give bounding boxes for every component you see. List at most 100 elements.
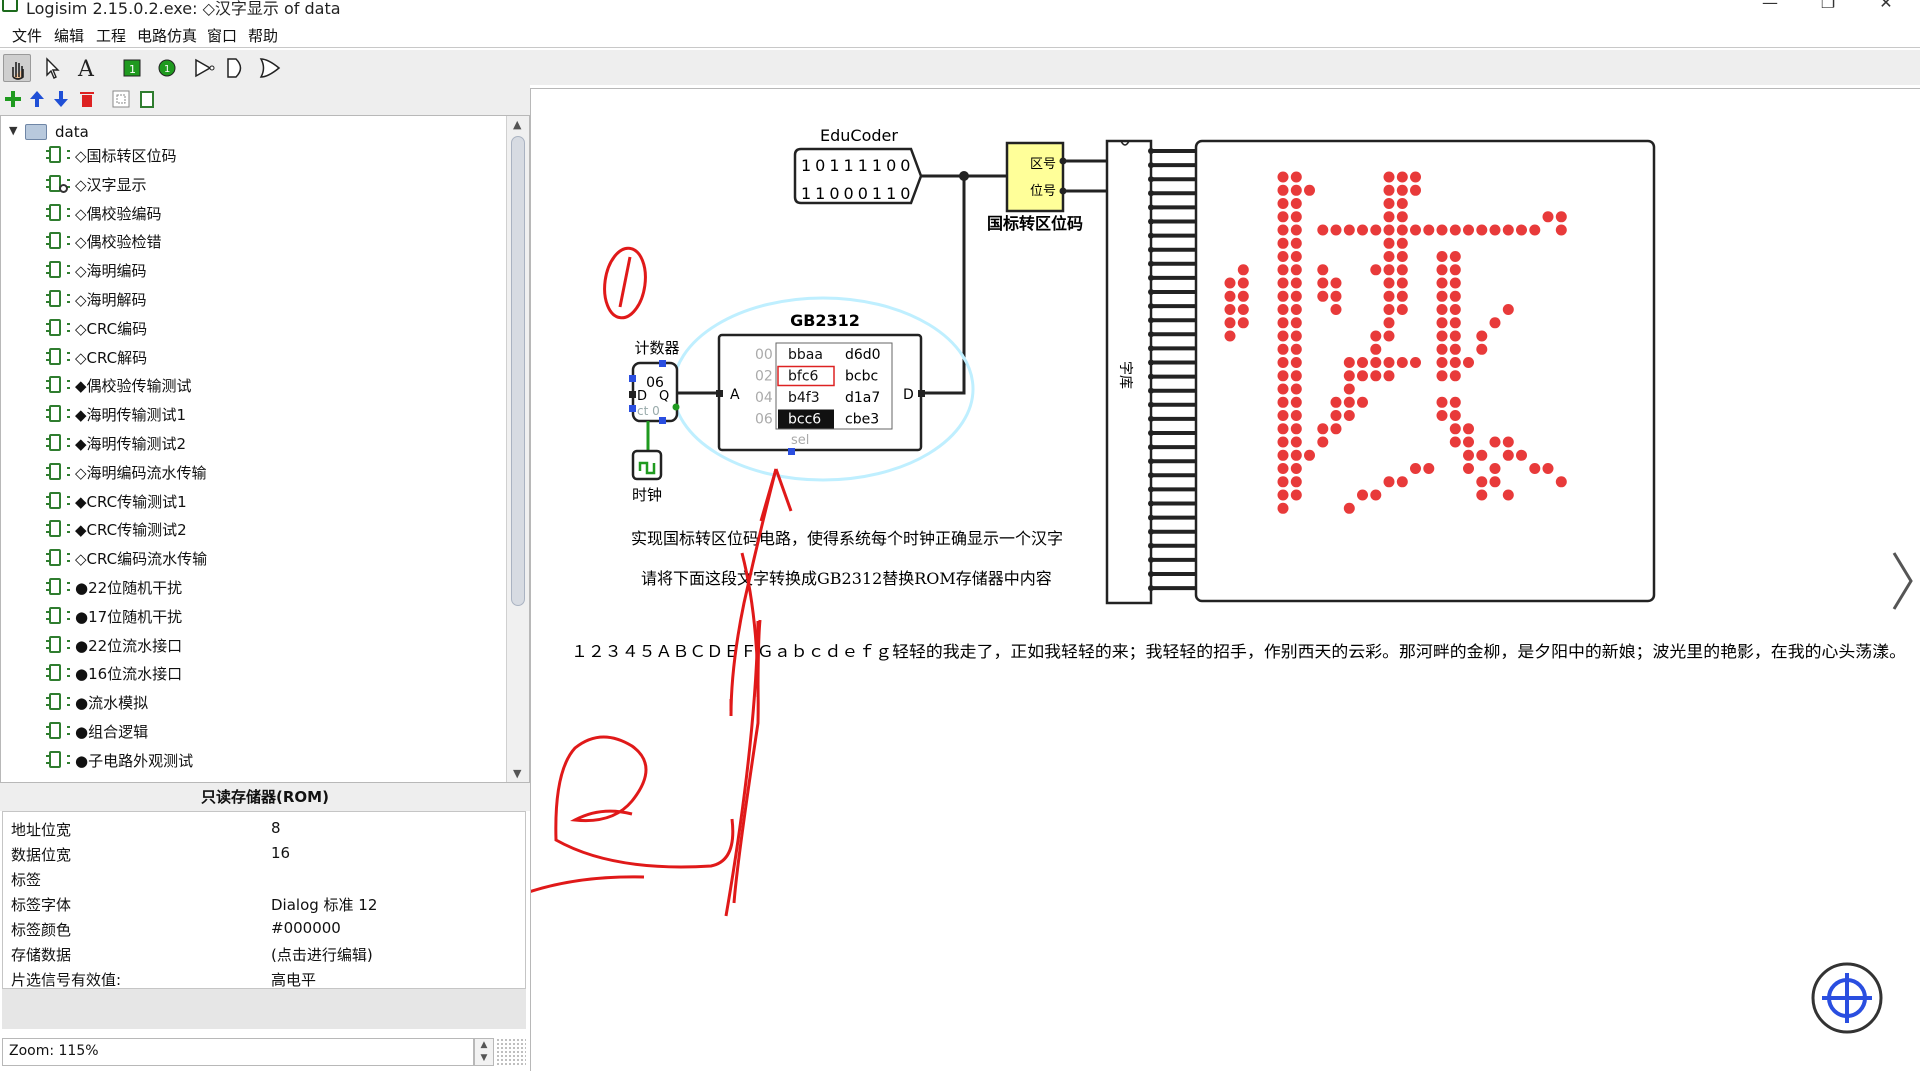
tree-item[interactable]: ◆海明传输测试2: [45, 429, 485, 457]
text-tool-button[interactable]: A: [72, 54, 100, 82]
counter-port-top[interactable]: [659, 360, 666, 367]
led-dot: [1370, 343, 1382, 355]
tree-item-label: ◇偶校验检错: [75, 233, 162, 252]
tree-item[interactable]: ◇国标转区位码: [45, 141, 485, 169]
led-dot: [1357, 489, 1368, 501]
tree-item[interactable]: ◆偶校验传输测试: [45, 371, 485, 399]
counter-port-left-bottom[interactable]: [629, 405, 636, 412]
tree-item[interactable]: ◆CRC传输测试1: [45, 487, 485, 515]
delete-circuit-button[interactable]: [76, 88, 98, 110]
tree-item[interactable]: ◇CRC编码: [45, 314, 485, 342]
tree-item[interactable]: ●16位流水接口: [45, 659, 485, 687]
led-matrix[interactable]: [1194, 139, 1656, 603]
rom-cell[interactable]: bcbc: [845, 369, 878, 385]
poke-tool-button[interactable]: [3, 54, 31, 82]
led-dot: [1449, 251, 1461, 262]
attribute-value[interactable]: (点击进行编辑): [271, 944, 373, 965]
rom-sel-port[interactable]: [788, 448, 795, 455]
tree-item[interactable]: ◇偶校验编码: [45, 199, 485, 227]
attribute-value[interactable]: Dialog 标准 12: [271, 894, 377, 915]
attribute-row[interactable]: 标签字体 Dialog 标准 12: [3, 891, 527, 916]
select-tool-button[interactable]: [38, 54, 66, 82]
move-up-button[interactable]: [26, 88, 48, 110]
gb-to-quwei-converter[interactable]: [1005, 141, 1065, 213]
rom-address: 00: [755, 347, 773, 363]
zoom-field[interactable]: Zoom: 115%: [2, 1038, 474, 1066]
menu-file[interactable]: 文件: [12, 25, 42, 46]
attribute-value[interactable]: 8: [271, 819, 281, 837]
counter-port-carry[interactable]: [672, 403, 680, 411]
attribute-row[interactable]: 地址位宽 8: [3, 816, 527, 841]
circuit-chip-icon: [46, 462, 70, 480]
tree-item[interactable]: ●组合逻辑: [45, 717, 485, 745]
menu-project[interactable]: 工程: [96, 25, 126, 46]
zoom-spinner[interactable]: ▲ ▼: [474, 1038, 494, 1066]
led-dot: [1357, 357, 1368, 368]
tree-item[interactable]: ◇CRC解码: [45, 343, 485, 371]
rom-cell[interactable]: bcc6: [788, 412, 821, 428]
tree-item[interactable]: ◇偶校验检错: [45, 227, 485, 255]
tree-item[interactable]: ●流水模拟: [45, 688, 485, 716]
attribute-row[interactable]: 片选信号有效值: 高电平: [3, 966, 527, 991]
attribute-value[interactable]: #000000: [271, 919, 341, 937]
rom-a-port[interactable]: [716, 390, 723, 397]
tree-item[interactable]: ●22位流水接口: [45, 631, 485, 659]
scroll-thumb[interactable]: [511, 136, 525, 606]
move-down-button[interactable]: [50, 88, 72, 110]
rom-d-port[interactable]: [918, 390, 925, 397]
rom-cell[interactable]: b4f3: [788, 390, 820, 406]
not-gate-button[interactable]: [190, 54, 218, 82]
circuit-canvas[interactable]: EduCoder 10111100 11000110 区号 位号 国标转区位码 …: [379, 88, 1920, 1072]
close-button[interactable]: ✕: [1876, 0, 1896, 12]
minimize-button[interactable]: —: [1760, 0, 1780, 12]
scroll-up-icon[interactable]: ▲: [513, 118, 521, 131]
tree-item[interactable]: ◇海明编码: [45, 256, 485, 284]
bus-tap: [1148, 528, 1154, 535]
led-dot: [1449, 330, 1461, 342]
tree-item[interactable]: ◇海明编码流水传输: [45, 458, 485, 486]
menu-window[interactable]: 窗口: [207, 25, 237, 46]
circuit-diagram[interactable]: EduCoder 10111100 11000110 区号 位号 国标转区位码 …: [379, 89, 1920, 1072]
tree-item[interactable]: ◇CRC编码流水传输: [45, 544, 485, 572]
or-gate-button[interactable]: [256, 54, 284, 82]
attribute-row[interactable]: 标签颜色 #000000: [3, 916, 527, 941]
tree-item[interactable]: ◆海明传输测试1: [45, 400, 485, 428]
tree-item[interactable]: ◇汉字显示: [45, 170, 485, 198]
rom-cell[interactable]: d1a7: [845, 390, 880, 406]
restore-button[interactable]: ❐: [1818, 0, 1838, 12]
attribute-value[interactable]: 高电平: [271, 969, 316, 990]
menu-help[interactable]: 帮助: [248, 25, 278, 46]
attribute-value[interactable]: 16: [271, 844, 290, 862]
menu-simulate[interactable]: 电路仿真: [137, 25, 197, 46]
bus-tap: [1148, 331, 1154, 338]
explorer-scrollbar[interactable]: ▲ ▼: [506, 116, 529, 782]
attribute-row[interactable]: 存储数据 (点击进行编辑): [3, 941, 527, 966]
edit-appearance-button[interactable]: [136, 88, 158, 110]
expand-arrow-icon[interactable]: ▼: [9, 124, 17, 137]
arrow-up-icon: [30, 91, 44, 107]
counter-port-left-top[interactable]: [629, 375, 636, 382]
tree-item[interactable]: ●子电路外观测试: [45, 746, 485, 774]
counter-port-d[interactable]: [629, 391, 636, 398]
rom-cell[interactable]: cbe3: [845, 412, 879, 428]
input-pin-button[interactable]: 1: [118, 54, 146, 82]
edit-layout-button[interactable]: [110, 88, 132, 110]
rom-cell[interactable]: bfc6: [788, 369, 819, 385]
tree-item[interactable]: ●22位随机干扰: [45, 573, 485, 601]
add-circuit-button[interactable]: [2, 88, 24, 110]
led-dot: [1290, 396, 1302, 408]
menu-edit[interactable]: 编辑: [54, 25, 84, 46]
output-pin-button[interactable]: 1: [153, 54, 181, 82]
tree-item[interactable]: ◆CRC传输测试2: [45, 515, 485, 543]
rom-cell[interactable]: bbaa: [788, 347, 823, 363]
canvas-scroll-right-icon[interactable]: [1892, 552, 1913, 610]
attribute-row[interactable]: 标签: [3, 866, 527, 891]
attribute-row[interactable]: 数据位宽 16: [3, 841, 527, 866]
led-dot: [1383, 211, 1395, 223]
tree-item[interactable]: ●17位随机干扰: [45, 602, 485, 630]
counter-port-bottom[interactable]: [659, 417, 666, 424]
tree-item[interactable]: ◇海明解码: [45, 285, 485, 313]
rom-cell[interactable]: d6d0: [845, 347, 881, 363]
and-gate-button[interactable]: [222, 54, 250, 82]
scroll-down-icon[interactable]: ▼: [513, 767, 521, 780]
